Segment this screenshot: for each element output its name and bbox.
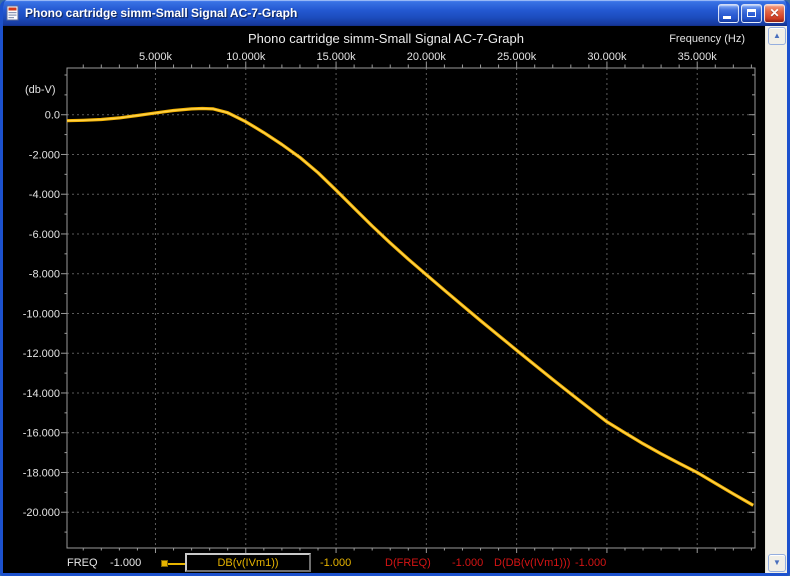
document-icon	[5, 5, 21, 21]
vertical-scrollbar[interactable]: ▲ ▼	[765, 26, 787, 573]
derivative-y-value: -1.000	[575, 557, 606, 569]
derivative-y-label: D(DB(v(IVm1)))	[494, 557, 570, 569]
status-x-value: -1.000	[110, 557, 141, 569]
x-tick-label: 10.000k	[226, 51, 266, 63]
y-tick-label: -20.000	[23, 507, 60, 519]
trace-label: DB(v(IVm1))	[217, 557, 278, 569]
x-tick-label: 20.000k	[407, 51, 447, 63]
graph-client-area: 5.000k 10.000k 15.000k 20.000k 25.000k 30.000…	[3, 26, 787, 573]
y-tick-label: -14.000	[23, 388, 60, 400]
scroll-up-button[interactable]: ▲	[768, 27, 786, 45]
title-bar[interactable]: Phono cartridge simm-Small Signal AC-7-G…	[0, 0, 790, 26]
graph-area: 5.000k 10.000k 15.000k 20.000k 25.000k 30.000…	[3, 26, 765, 573]
y-tick-label: -4.000	[29, 189, 60, 201]
y-tick-label: -8.000	[29, 269, 60, 281]
close-button[interactable]: ✕	[764, 4, 785, 23]
derivative-x-label: D(FREQ)	[385, 557, 431, 569]
y-tick-label: -16.000	[23, 428, 60, 440]
scroll-down-arrow-icon: ▼	[773, 559, 781, 567]
y-tick-label: -12.000	[23, 348, 60, 360]
trace-value: -1.000	[320, 557, 351, 569]
window-controls: ✕	[718, 4, 785, 23]
trace-marker-icon	[161, 560, 168, 567]
scroll-down-button[interactable]: ▼	[768, 554, 786, 572]
trace-marker-line	[168, 563, 185, 565]
status-x-variable: FREQ	[67, 557, 98, 569]
trace-legend-box[interactable]: DB(v(IVm1))	[185, 553, 311, 572]
derivative-x-value: -1.000	[452, 557, 483, 569]
x-tick-label: 5.000k	[139, 51, 173, 63]
chart-title: Phono cartridge simm-Small Signal AC-7-G…	[248, 31, 524, 46]
minimize-button[interactable]	[718, 4, 739, 23]
plot-area[interactable]: 5.000k 10.000k 15.000k 20.000k 25.000k 30.000…	[3, 26, 765, 573]
y-axis-label: (db-V)	[25, 84, 56, 96]
x-axis-label: Frequency (Hz)	[669, 33, 745, 45]
x-tick-label: 30.000k	[587, 51, 627, 63]
window-title: Phono cartridge simm-Small Signal AC-7-G…	[25, 6, 714, 20]
plot-frame	[67, 68, 755, 548]
maximize-icon	[747, 9, 756, 17]
trace-curve	[67, 109, 753, 506]
trace-curve-highlight	[67, 109, 753, 506]
y-tick-label: -10.000	[23, 308, 60, 320]
x-tick-label: 35.000k	[678, 51, 718, 63]
y-tick-label: -6.000	[29, 229, 60, 241]
x-tick-label: 25.000k	[497, 51, 537, 63]
maximize-button[interactable]	[741, 4, 762, 23]
y-tick-label: -18.000	[23, 467, 60, 479]
y-tick-label: 0.0	[45, 110, 60, 122]
minimize-icon	[723, 16, 731, 19]
x-tick-label: 15.000k	[316, 51, 356, 63]
close-icon: ✕	[769, 7, 779, 19]
y-tick-label: -2.000	[29, 149, 60, 161]
application-window: Phono cartridge simm-Small Signal AC-7-G…	[0, 0, 790, 576]
scroll-up-arrow-icon: ▲	[773, 32, 781, 40]
